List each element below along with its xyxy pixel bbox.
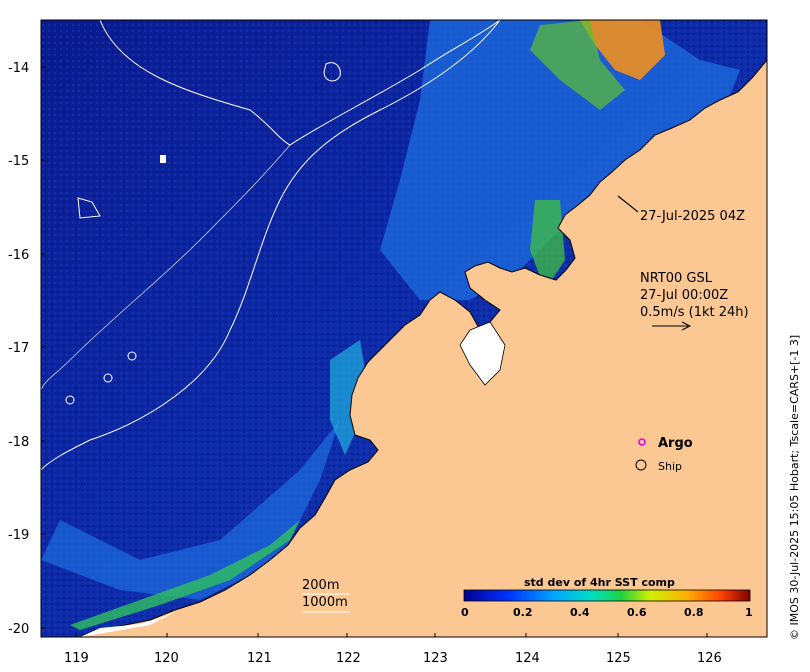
- colorbar-tick-label: 0.8: [684, 606, 704, 619]
- current-product-label: NRT00 GSL: [640, 271, 713, 286]
- argo-legend-label: Argo: [658, 436, 693, 451]
- colorbar-tick-label: 0.4: [570, 606, 590, 619]
- colorbar-tick-label: 0.6: [627, 606, 647, 619]
- lon-tick-label: 125: [606, 651, 631, 666]
- lat-tick-label: -16: [8, 248, 29, 263]
- lon-tick-label: 123: [423, 651, 448, 666]
- colorbar-gradient: [463, 589, 751, 602]
- lon-tick-label: 121: [247, 651, 272, 666]
- bathy-200m-label: 200m: [302, 578, 339, 593]
- lon-tick-label: 122: [336, 651, 361, 666]
- credit-label: © IMOS 30-Jul-2025 15:05 Hobart; Tscale=…: [788, 335, 801, 640]
- lon-tick-label: 126: [697, 651, 722, 666]
- timestamp-label: 27-Jul-2025 04Z: [640, 209, 745, 224]
- lat-axis: -14 -15 -16 -17 -18 -19 -20: [8, 61, 45, 637]
- no-data-speck: [160, 155, 166, 163]
- current-time-label: 27-Jul 00:00Z: [640, 288, 728, 303]
- lat-tick-label: -17: [8, 341, 29, 356]
- bathy-1000m-label: 1000m: [302, 595, 348, 610]
- colorbar-tick-label: 1: [745, 606, 753, 619]
- lat-tick-label: -14: [8, 61, 29, 76]
- lat-tick-label: -15: [8, 154, 29, 169]
- lon-axis: 119 120 121 122 123 124 125 126: [64, 633, 722, 666]
- ship-legend-label: Ship: [658, 460, 682, 473]
- lon-tick-label: 120: [154, 651, 179, 666]
- lon-tick-label: 119: [64, 651, 89, 666]
- lat-tick-label: -20: [8, 622, 29, 637]
- lat-tick-label: -19: [8, 528, 29, 543]
- lon-tick-label: 124: [515, 651, 540, 666]
- colorbar-title: std dev of 4hr SST comp: [524, 576, 675, 589]
- colorbar-tick-label: 0.2: [513, 606, 533, 619]
- sst-map: -14 -15 -16 -17 -18 -19 -20 119 120 121 …: [8, 19, 801, 666]
- colorbar-tick-label: 0: [461, 606, 469, 619]
- current-scale-label: 0.5m/s (1kt 24h): [640, 305, 749, 320]
- map-plot-area: [40, 19, 768, 638]
- lat-tick-label: -18: [8, 435, 29, 450]
